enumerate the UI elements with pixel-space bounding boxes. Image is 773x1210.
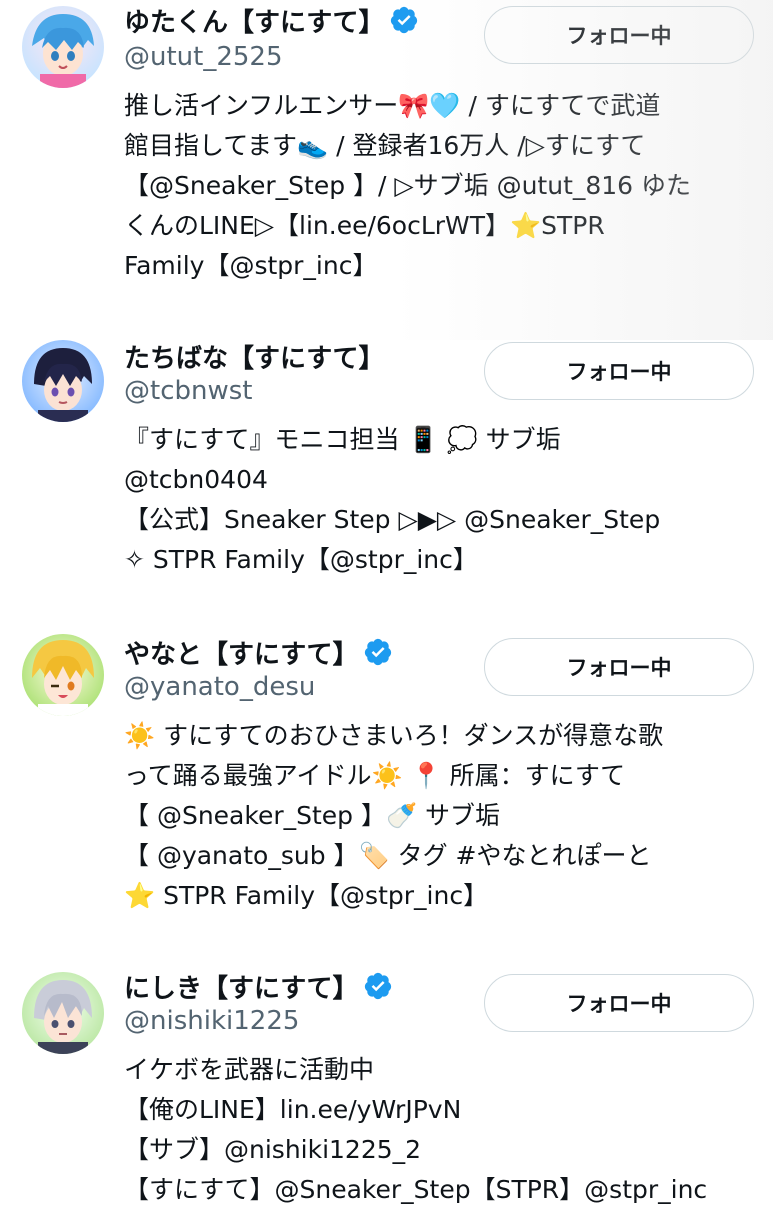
verified-badge-icon [363, 971, 393, 1001]
user-bio: ☀️ すにすてのおひさまいろ！ダンスが得意な歌 って踊る最強アイドル☀️ 📍 所… [124, 716, 764, 916]
user-handle[interactable]: @nishiki1225 [124, 1006, 299, 1036]
bio-line: って踊る最強アイドル☀️ 📍 所属：すにすて [124, 761, 626, 790]
avatar-image [22, 972, 104, 1054]
bio-line: 館目指してます👟 / 登録者16万人 /▷すにすて [124, 131, 646, 160]
bio-line: @tcbn0404 [124, 465, 268, 494]
bio-line: 【すにすて】@Sneaker_Step【STPR】@stpr_inc [124, 1175, 708, 1204]
bio-line: ⭐ STPR Family【@stpr_inc】 [124, 881, 489, 910]
user-cell-nishiki[interactable]: にしき【すにすて】 @nishiki1225 フォロー中 イケボを武器に活動中 … [0, 968, 773, 1204]
bio-line: くんのLINE▷【lin.ee/6ocLrWT】⭐STPR [124, 211, 605, 240]
following-button[interactable]: フォロー中 [484, 974, 754, 1032]
bio-line: ✧ STPR Family【@stpr_inc】 [124, 545, 478, 574]
display-name[interactable]: にしき【すにすて】 [124, 968, 359, 1005]
bio-line: 推し活インフルエンサー🎀🩵 / すにすてで武道 [124, 91, 661, 120]
bio-line: イケボを武器に活動中 [124, 1055, 375, 1084]
avatar[interactable] [22, 634, 104, 716]
avatar[interactable] [22, 972, 104, 1054]
user-cell-tcbnwst[interactable]: たちばな【すにすて】 @tcbnwst フォロー中 『すにすて』モニコ担当 📱 … [0, 336, 773, 586]
user-handle[interactable]: @yanato_desu [124, 672, 315, 702]
user-handle[interactable]: @tcbnwst [124, 376, 252, 406]
following-list: ゆたくん【すにすて】 @utut_2525 フォロー中 推し活インフルエンサー🎀… [0, 0, 773, 1204]
user-bio: 『すにすて』モニコ担当 📱 💭 サブ垢 @tcbn0404 【公式】Sneake… [124, 420, 764, 580]
bio-line: 『すにすて』モニコ担当 📱 💭 サブ垢 [124, 425, 561, 454]
user-cell-yanato[interactable]: やなと【すにすて】 @yanato_desu フォロー中 ☀️ すにすてのおひさ… [0, 632, 773, 922]
bio-line: 【サブ】@nishiki1225_2 [124, 1135, 422, 1164]
bio-line: 【公式】Sneaker Step ▷▶▷ @Sneaker_Step [124, 505, 661, 534]
user-bio: イケボを武器に活動中 【俺のLINE】lin.ee/yWrJPvN 【サブ】@n… [124, 1050, 764, 1210]
user-bio: 推し活インフルエンサー🎀🩵 / すにすてで武道 館目指してます👟 / 登録者16… [124, 86, 764, 286]
user-handle[interactable]: @utut_2525 [124, 42, 283, 72]
display-name[interactable]: たちばな【すにすて】 [124, 338, 385, 375]
bio-line: 【 @yanato_sub 】🏷️ タグ #やなとれぽーと [124, 841, 652, 870]
avatar[interactable] [22, 6, 104, 88]
bio-line: 【 @Sneaker_Step 】🍼 サブ垢 [124, 801, 501, 830]
display-name[interactable]: ゆたくん【すにすて】 [124, 2, 385, 39]
verified-badge-icon [389, 5, 419, 35]
avatar[interactable] [22, 340, 104, 422]
display-name[interactable]: やなと【すにすて】 [124, 634, 359, 671]
bio-line: 【俺のLINE】lin.ee/yWrJPvN [124, 1095, 462, 1124]
bio-line: 【@Sneaker_Step 】/ ▷サブ垢 @utut_816 ゆた [124, 171, 692, 200]
bio-line: Family【@stpr_inc】 [124, 251, 378, 280]
following-button[interactable]: フォロー中 [484, 638, 754, 696]
verified-badge-icon [363, 637, 393, 667]
following-button[interactable]: フォロー中 [484, 6, 754, 64]
user-cell-utut[interactable]: ゆたくん【すにすて】 @utut_2525 フォロー中 推し活インフルエンサー🎀… [0, 0, 773, 300]
avatar-image [22, 6, 104, 88]
following-button[interactable]: フォロー中 [484, 342, 754, 400]
avatar-image [22, 634, 104, 716]
avatar-image [22, 340, 104, 422]
bio-line: ☀️ すにすてのおひさまいろ！ダンスが得意な歌 [124, 721, 664, 750]
